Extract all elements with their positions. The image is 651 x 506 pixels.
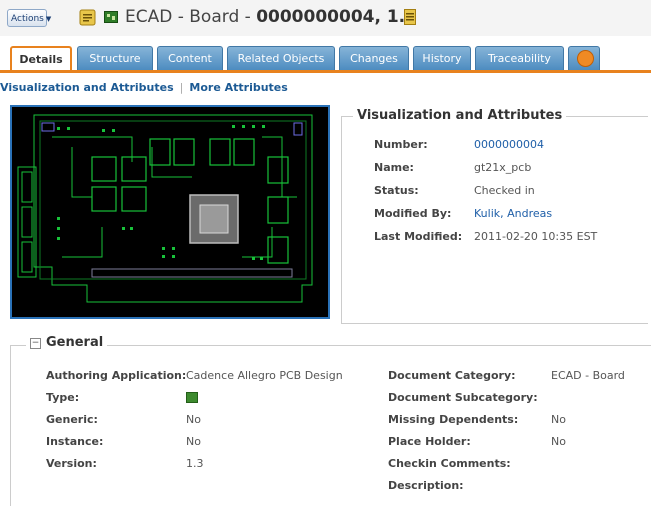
- tab-history[interactable]: History: [413, 46, 471, 70]
- field-label: Description:: [388, 479, 464, 492]
- general-section: − General Authoring Application: Cadence …: [10, 333, 651, 506]
- ecad-board-type-icon: [186, 392, 198, 403]
- field-label: Version:: [46, 457, 97, 470]
- actions-label: Actions: [11, 14, 44, 24]
- checked-in-document-icon: [404, 9, 416, 25]
- attributes-heading: Visualization and Attributes: [353, 108, 567, 123]
- field-label: Checkin Comments:: [388, 457, 511, 470]
- clipboard-icon[interactable]: [79, 9, 96, 26]
- attr-value: 2011-02-20 10:35 EST: [474, 230, 598, 243]
- attr-label: Modified By:: [374, 207, 452, 220]
- field-label: Place Holder:: [388, 435, 471, 448]
- general-header[interactable]: − General: [26, 335, 108, 350]
- tab-related-objects[interactable]: Related Objects: [227, 46, 335, 70]
- field-label: Type:: [46, 391, 80, 404]
- add-tab-icon: [577, 50, 594, 67]
- field-label: Authoring Application:: [46, 369, 187, 382]
- actions-menu-button[interactable]: Actions ▼: [7, 9, 51, 27]
- attr-label: Number:: [374, 138, 428, 151]
- attr-value: Checked in: [474, 184, 535, 197]
- tab-traceability[interactable]: Traceability: [475, 46, 564, 70]
- field-value: No: [186, 435, 201, 448]
- title-bar: Actions ▼ ECAD - Board - 0000000004, 1.3: [0, 0, 651, 36]
- subnav-separator: |: [179, 81, 184, 94]
- tab-content[interactable]: Content: [157, 46, 223, 70]
- attr-value: gt21x_pcb: [474, 161, 532, 174]
- field-value: No: [551, 435, 566, 448]
- tab-structure[interactable]: Structure: [77, 46, 153, 70]
- page-title: ECAD - Board - 0000000004, 1.3: [125, 7, 417, 27]
- field-label: Document Category:: [388, 369, 516, 382]
- field-label: Missing Dependents:: [388, 413, 519, 426]
- subnav-more-attributes[interactable]: More Attributes: [189, 81, 287, 94]
- tab-changes[interactable]: Changes: [339, 46, 409, 70]
- field-value: No: [186, 413, 201, 426]
- tab-underline: [0, 70, 651, 73]
- collapse-icon[interactable]: −: [30, 338, 41, 349]
- field-value: 1.3: [186, 457, 204, 470]
- title-number: 0000000004, 1.3: [256, 7, 417, 27]
- field-value: No: [551, 413, 566, 426]
- number-link[interactable]: 0000000004: [474, 138, 544, 151]
- chevron-down-icon: ▼: [45, 15, 52, 23]
- pcb-thumbnail[interactable]: [10, 105, 330, 319]
- tab-bar: Details Structure Content Related Object…: [0, 46, 651, 72]
- pcb-drawing: [17, 114, 313, 303]
- attr-label: Name:: [374, 161, 414, 174]
- ecad-board-icon: [104, 11, 118, 23]
- attr-label: Last Modified:: [374, 230, 463, 243]
- attributes-panel: Visualization and Attributes Number: 000…: [341, 108, 648, 324]
- title-prefix: ECAD - Board -: [125, 7, 257, 27]
- field-label: Document Subcategory:: [388, 391, 538, 404]
- field-label: Generic:: [46, 413, 98, 426]
- modified-by-link[interactable]: Kulik, Andreas: [474, 207, 552, 220]
- attr-label: Status:: [374, 184, 419, 197]
- field-value: ECAD - Board: [551, 369, 625, 382]
- field-value: [186, 392, 198, 406]
- general-title: General: [46, 335, 104, 350]
- tab-details[interactable]: Details: [10, 46, 72, 72]
- tab-add[interactable]: [568, 46, 600, 70]
- subnav-visualization-attributes[interactable]: Visualization and Attributes: [0, 81, 174, 94]
- field-value: Cadence Allegro PCB Design: [186, 369, 343, 382]
- subnav: Visualization and Attributes | More Attrib…: [0, 81, 288, 94]
- field-label: Instance:: [46, 435, 104, 448]
